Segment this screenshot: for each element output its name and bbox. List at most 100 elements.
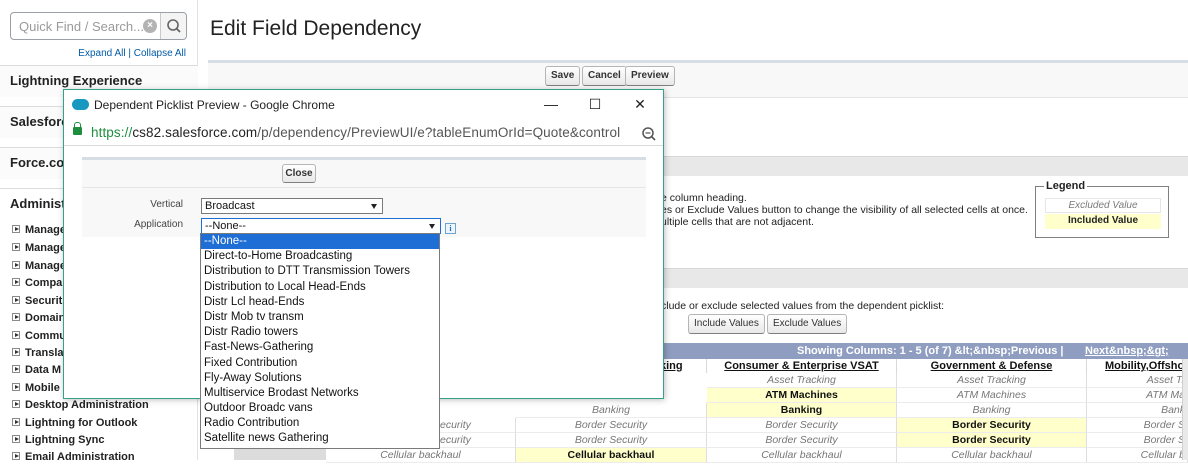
preview-button[interactable]: Preview: [625, 66, 675, 86]
grid-cell[interactable]: Border S: [1087, 418, 1188, 433]
grid-cell[interactable]: Border Security: [516, 433, 707, 448]
option-item[interactable]: Multiservice Brodast Networks: [201, 386, 439, 401]
sidebar-item-domain[interactable]: Domain: [12, 310, 65, 326]
sidebar-item-company-profile[interactable]: Compa: [12, 275, 62, 291]
option-item[interactable]: Outdoor Broadc vans: [201, 401, 439, 416]
showing-columns-text: Showing Columns: 1 - 5 (of 7) &lt;&nbsp;…: [797, 345, 1064, 357]
lock-icon: [73, 122, 82, 135]
grid-cell[interactable]: Cellular backhaul: [516, 448, 707, 463]
grid-cell[interactable]: ATM Machines: [707, 388, 897, 403]
grid-cell[interactable]: ecurity: [440, 418, 516, 433]
sidebar-item-label: Compa: [25, 277, 63, 289]
grid-cell[interactable]: ATM Machines: [897, 388, 1087, 403]
grid-cell[interactable]: Asset Tracking: [897, 373, 1087, 388]
option-item[interactable]: Distr Radio towers: [201, 325, 439, 340]
sidebar-item-label: Manage: [25, 224, 66, 236]
sidebar-item-label: Commu: [25, 330, 66, 342]
grid-column-header[interactable]: king: [660, 359, 707, 373]
legend-title: Legend: [1044, 180, 1088, 192]
grid-cell[interactable]: Border S: [1087, 433, 1188, 448]
url-path: /p/dependency/PreviewUI/e?tableEnumOrId=…: [257, 125, 621, 140]
sidebar-item-manage-users[interactable]: Manage: [12, 222, 66, 238]
next-columns-link[interactable]: Next&nbsp;&gt;: [1085, 343, 1169, 359]
application-selected-value: --None--: [205, 220, 246, 232]
info-icon[interactable]: i: [445, 223, 456, 234]
grid-row-header-fragment: [234, 448, 326, 460]
grid-cell[interactable]: Cellular backhaul: [897, 448, 1087, 463]
exclude-values-button[interactable]: Exclude Values: [767, 314, 848, 334]
cancel-button[interactable]: Cancel: [582, 66, 627, 86]
sidebar-item-security[interactable]: Securit: [12, 293, 62, 309]
grid-cell[interactable]: Border Security: [707, 433, 897, 448]
collapse-all-link[interactable]: Collapse All: [134, 48, 186, 59]
legend-included-value: Included Value: [1045, 214, 1161, 229]
grid-cell[interactable]: Asset Tracking: [707, 373, 897, 388]
grid-cell[interactable]: Cellular backhaul: [326, 448, 516, 463]
grid-cell[interactable]: Banking: [897, 403, 1087, 418]
option-none[interactable]: --None--: [201, 234, 439, 250]
grid-column-header[interactable]: Mobility,Offsho: [1087, 359, 1188, 373]
grid-cell[interactable]: Bank: [1087, 403, 1188, 418]
save-button[interactable]: Save: [545, 66, 581, 86]
sidebar-item-communication[interactable]: Commu: [12, 328, 66, 344]
help-text-line: clude or exclude selected values from th…: [661, 300, 945, 312]
sidebar-item-manage-territories[interactable]: Manage: [12, 258, 66, 274]
include-values-button[interactable]: Include Values: [688, 314, 765, 334]
salesforce-cloud-icon: [72, 99, 89, 110]
option-item[interactable]: Distr Lcl head-Ends: [201, 295, 439, 310]
option-item[interactable]: Fly-Away Solutions: [201, 371, 439, 386]
grid-cell[interactable]: ATM Ma: [1087, 388, 1188, 403]
help-text-line: e column heading.: [661, 192, 747, 204]
address-bar[interactable]: https://cs82.salesforce.com/p/dependency…: [64, 120, 663, 146]
url-text[interactable]: https://cs82.salesforce.com/p/dependency…: [91, 125, 620, 140]
option-item[interactable]: Fixed Contribution: [201, 356, 439, 371]
grid-cell[interactable]: Border Security: [707, 418, 897, 433]
grid-cell[interactable]: ecurity: [440, 433, 516, 448]
maximize-icon[interactable]: ☐: [585, 96, 605, 113]
grid-cell[interactable]: Cellular backhaul: [707, 448, 897, 463]
sidebar-item-lightning-sync[interactable]: Lightning Sync: [12, 432, 104, 448]
sidebar-item-desktop-administration[interactable]: Desktop Administration: [12, 397, 149, 413]
option-item[interactable]: Distr Mob tv transm: [201, 310, 439, 325]
grid-column-header[interactable]: Consumer & Enterprise VSAT: [707, 359, 897, 373]
option-item[interactable]: Fast-News-Gathering: [201, 340, 439, 355]
grid-cell[interactable]: Banking: [516, 403, 707, 418]
sidebar-item-translation[interactable]: Transla: [12, 345, 64, 361]
close-window-icon[interactable]: ✕: [630, 96, 650, 113]
legend-box: Legend Excluded Value Included Value: [1035, 180, 1169, 238]
minimize-icon[interactable]: —: [541, 96, 561, 112]
application-select[interactable]: --None--: [201, 218, 441, 234]
option-item[interactable]: Distribution to DTT Transmission Towers: [201, 264, 439, 279]
option-item[interactable]: Distribution to Local Head-Ends: [201, 280, 439, 295]
close-button[interactable]: Close: [282, 164, 316, 183]
clear-search-icon[interactable]: ×: [143, 19, 157, 33]
url-scheme: https://: [91, 125, 133, 140]
grid-scrollbar[interactable]: [1182, 359, 1188, 460]
grid-column-header[interactable]: Government & Defense: [897, 359, 1087, 373]
grid-cell[interactable]: Border Security: [897, 418, 1087, 433]
vertical-select[interactable]: Broadcast: [201, 198, 383, 214]
expand-all-link[interactable]: Expand All: [78, 48, 125, 59]
sidebar-item-label: Manage: [25, 242, 66, 254]
grid-cell[interactable]: Banking: [707, 403, 897, 418]
sidebar-item-manage-apps[interactable]: Manage: [12, 240, 66, 256]
sidebar-item-mobile[interactable]: Mobile: [12, 380, 60, 396]
sidebar-item-data-management[interactable]: Data M: [12, 362, 61, 378]
expand-triangle-icon: [12, 383, 20, 391]
sidebar-item-email-administration[interactable]: Email Administration: [12, 449, 135, 465]
quick-find-input[interactable]: [11, 13, 149, 39]
zoom-icon[interactable]: [641, 126, 657, 142]
grid-cell[interactable]: Border Security: [516, 418, 707, 433]
sidebar-item-lightning-for-outlook[interactable]: Lightning for Outlook: [12, 415, 137, 431]
option-item[interactable]: Radio Contribution: [201, 416, 439, 431]
window-titlebar[interactable]: Dependent Picklist Preview - Google Chro…: [64, 90, 663, 120]
help-text-line: ultiple cells that are not adjacent.: [661, 216, 814, 228]
grid-cell[interactable]: Border Security: [897, 433, 1087, 448]
sidebar-item-label: Mobile: [25, 382, 60, 394]
option-item[interactable]: Satellite news Gathering: [201, 431, 439, 446]
grid-cell[interactable]: Cellular b: [1087, 448, 1188, 463]
grid-cell[interactable]: Asset Tr: [1087, 373, 1188, 388]
option-item[interactable]: Direct-to-Home Broadcasting: [201, 249, 439, 264]
link-separator: |: [128, 48, 131, 59]
search-button[interactable]: [160, 13, 186, 39]
